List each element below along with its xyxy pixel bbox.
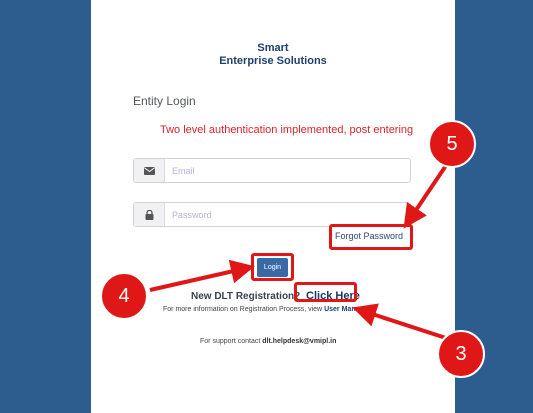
user-manual-link[interactable]: User Manual bbox=[324, 306, 366, 313]
email-input[interactable] bbox=[168, 159, 406, 182]
password-input[interactable] bbox=[168, 203, 406, 226]
lock-icon bbox=[134, 203, 165, 226]
support-text: For support contact bbox=[200, 338, 261, 345]
callout-badge-5: 5 bbox=[428, 120, 476, 168]
page-title: Entity Login bbox=[133, 94, 196, 108]
brand-title: Smart bbox=[257, 42, 289, 54]
login-highlight bbox=[251, 253, 294, 281]
brand-subtitle: Enterprise Solutions bbox=[219, 55, 327, 67]
registration-prompt-text: New DLT Registration? bbox=[191, 291, 301, 302]
auth-message: Two level authentication implemented, po… bbox=[160, 124, 414, 136]
forgot-password-highlight bbox=[329, 224, 413, 250]
click-here-highlight bbox=[294, 282, 357, 302]
envelope-icon bbox=[134, 159, 165, 182]
registration-info: For more information on Registration Pro… bbox=[163, 306, 366, 313]
callout-badge-4: 4 bbox=[100, 272, 148, 320]
registration-info-text: For more information on Registration Pro… bbox=[163, 306, 323, 313]
support-email: dlt.helpdesk@vmipl.in bbox=[262, 338, 337, 345]
support-info: For support contact dlt.helpdesk@vmipl.i… bbox=[200, 338, 336, 345]
callout-badge-3: 3 bbox=[437, 330, 485, 378]
email-field-group bbox=[133, 158, 411, 183]
